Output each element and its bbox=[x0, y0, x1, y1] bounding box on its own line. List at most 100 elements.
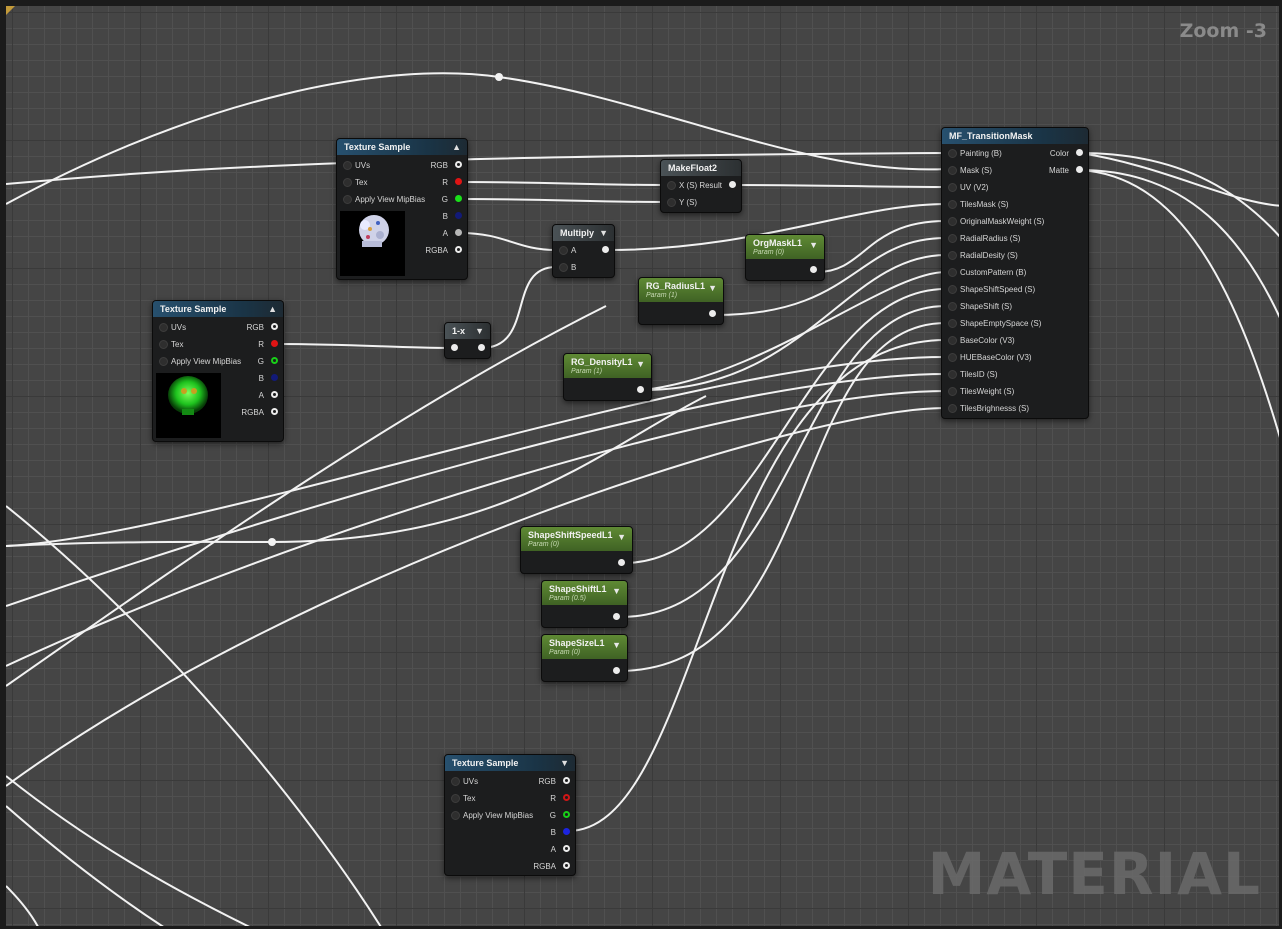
input-pin[interactable] bbox=[948, 387, 957, 396]
triangle-down-icon[interactable]: ▼ bbox=[612, 586, 621, 596]
input-pin[interactable] bbox=[948, 404, 957, 413]
input-pin[interactable] bbox=[948, 268, 957, 277]
triangle-down-icon[interactable]: ▼ bbox=[612, 640, 621, 650]
triangle-down-icon[interactable]: ▼ bbox=[708, 283, 717, 293]
input-pin[interactable] bbox=[948, 149, 957, 158]
output-pin[interactable] bbox=[613, 613, 620, 620]
input-pin[interactable] bbox=[948, 200, 957, 209]
input-pin[interactable] bbox=[343, 161, 352, 170]
input-pin[interactable] bbox=[159, 340, 168, 349]
node-header[interactable]: Texture Sample ▲ bbox=[153, 301, 283, 317]
output-pin[interactable] bbox=[455, 161, 462, 168]
output-pin[interactable] bbox=[637, 386, 644, 393]
param-header[interactable]: OrgMaskL1 Param (0) ▼ bbox=[746, 235, 824, 259]
output-pin[interactable] bbox=[729, 181, 736, 188]
param-header[interactable]: ShapeShiftL1 Param (0.5) ▼ bbox=[542, 581, 627, 605]
node-header[interactable]: 1-x ▼ bbox=[445, 323, 490, 339]
param-header[interactable]: RG_DensityL1 Param (1) ▼ bbox=[564, 354, 651, 378]
output-pin[interactable] bbox=[271, 340, 278, 347]
input-pin[interactable] bbox=[343, 195, 352, 204]
output-pin[interactable] bbox=[455, 212, 462, 219]
output-pin[interactable] bbox=[563, 777, 570, 784]
texture-sample-node-2[interactable]: Texture Sample ▲ UVs RGB Tex R Apply View … bbox=[152, 300, 284, 442]
input-pin[interactable] bbox=[451, 344, 458, 351]
input-pin[interactable] bbox=[948, 353, 957, 362]
input-pin[interactable] bbox=[948, 370, 957, 379]
input-pin[interactable] bbox=[559, 263, 568, 272]
input-pin[interactable] bbox=[159, 323, 168, 332]
triangle-down-icon[interactable]: ▼ bbox=[475, 323, 484, 339]
input-pin[interactable] bbox=[948, 285, 957, 294]
triangle-down-icon[interactable]: ▼ bbox=[636, 359, 645, 369]
triangle-down-icon[interactable]: ▼ bbox=[599, 225, 608, 241]
param-node-radius[interactable]: RG_RadiusL1 Param (1) ▼ bbox=[638, 277, 724, 325]
input-pin[interactable] bbox=[559, 246, 568, 255]
output-pin[interactable] bbox=[563, 845, 570, 852]
param-node-orgmask[interactable]: OrgMaskL1 Param (0) ▼ bbox=[745, 234, 825, 281]
output-pin[interactable] bbox=[455, 178, 462, 185]
output-pin[interactable] bbox=[455, 229, 462, 236]
pin-label: UVs bbox=[355, 161, 371, 170]
param-header[interactable]: ShapeShiftSpeedL1 Param (0) ▼ bbox=[521, 527, 632, 551]
param-header[interactable]: RG_RadiusL1 Param (1) ▼ bbox=[639, 278, 723, 302]
triangle-down-icon[interactable]: ▼ bbox=[617, 532, 626, 542]
output-pin[interactable] bbox=[709, 310, 716, 317]
output-pin[interactable] bbox=[563, 828, 570, 835]
output-pin[interactable] bbox=[455, 246, 462, 253]
output-pin[interactable] bbox=[478, 344, 485, 351]
triangle-down-icon[interactable]: ▼ bbox=[560, 755, 569, 771]
param-node-shape-size[interactable]: ShapeSizeL1 Param (0) ▼ bbox=[541, 634, 628, 682]
output-pin[interactable] bbox=[602, 246, 609, 253]
node-header[interactable]: MF_TransitionMask bbox=[942, 128, 1088, 144]
triangle-up-icon[interactable]: ▲ bbox=[452, 139, 461, 155]
output-pin[interactable] bbox=[1076, 166, 1083, 173]
pin-label: UV (V2) bbox=[960, 183, 989, 192]
triangle-up-icon[interactable]: ▲ bbox=[268, 301, 277, 317]
input-pin[interactable] bbox=[948, 319, 957, 328]
pin-label: ShapeShift (S) bbox=[960, 302, 1013, 311]
param-node-density[interactable]: RG_DensityL1 Param (1) ▼ bbox=[563, 353, 652, 401]
input-pin[interactable] bbox=[451, 794, 460, 803]
input-pin[interactable] bbox=[948, 251, 957, 260]
output-pin[interactable] bbox=[271, 374, 278, 381]
input-pin[interactable] bbox=[948, 217, 957, 226]
output-pin[interactable] bbox=[271, 323, 278, 330]
one-minus-node[interactable]: 1-x ▼ bbox=[444, 322, 491, 359]
node-header[interactable]: Texture Sample ▼ bbox=[445, 755, 575, 771]
triangle-down-icon[interactable]: ▼ bbox=[809, 240, 818, 250]
texture-sample-node-3[interactable]: Texture Sample ▼ UVs RGB Tex R Apply View … bbox=[444, 754, 576, 876]
param-node-shape-shift-speed[interactable]: ShapeShiftSpeedL1 Param (0) ▼ bbox=[520, 526, 633, 574]
output-pin[interactable] bbox=[455, 195, 462, 202]
input-pin[interactable] bbox=[667, 181, 676, 190]
input-pin[interactable] bbox=[451, 811, 460, 820]
param-header[interactable]: ShapeSizeL1 Param (0) ▼ bbox=[542, 635, 627, 659]
input-pin[interactable] bbox=[159, 357, 168, 366]
output-pin[interactable] bbox=[810, 266, 817, 273]
texture-sample-node-1[interactable]: Texture Sample ▲ UVs RGB Tex R Apply View … bbox=[336, 138, 468, 280]
output-pin[interactable] bbox=[271, 391, 278, 398]
output-pin[interactable] bbox=[618, 559, 625, 566]
output-pin[interactable] bbox=[271, 408, 278, 415]
input-pin[interactable] bbox=[667, 198, 676, 207]
node-header[interactable]: Multiply ▼ bbox=[553, 225, 614, 241]
material-graph-canvas[interactable]: Zoom -3 MATERIAL Texture Sample ▲ UVs RGB… bbox=[0, 0, 1282, 929]
input-pin[interactable] bbox=[948, 183, 957, 192]
input-pin[interactable] bbox=[948, 166, 957, 175]
input-pin[interactable] bbox=[948, 302, 957, 311]
output-pin[interactable] bbox=[1076, 149, 1083, 156]
input-pin[interactable] bbox=[948, 234, 957, 243]
param-node-shape-shift[interactable]: ShapeShiftL1 Param (0.5) ▼ bbox=[541, 580, 628, 628]
output-pin[interactable] bbox=[563, 862, 570, 869]
makefloat2-node[interactable]: MakeFloat2 X (S) Result Y (S) bbox=[660, 159, 742, 213]
input-pin[interactable] bbox=[451, 777, 460, 786]
output-pin[interactable] bbox=[613, 667, 620, 674]
output-pin[interactable] bbox=[563, 811, 570, 818]
output-pin[interactable] bbox=[271, 357, 278, 364]
input-pin[interactable] bbox=[343, 178, 352, 187]
multiply-node[interactable]: Multiply ▼ A B bbox=[552, 224, 615, 278]
mf-transition-mask-node[interactable]: MF_TransitionMask Painting (B) Color Mask … bbox=[941, 127, 1089, 419]
node-header[interactable]: Texture Sample ▲ bbox=[337, 139, 467, 155]
node-header[interactable]: MakeFloat2 bbox=[661, 160, 741, 176]
input-pin[interactable] bbox=[948, 336, 957, 345]
output-pin[interactable] bbox=[563, 794, 570, 801]
